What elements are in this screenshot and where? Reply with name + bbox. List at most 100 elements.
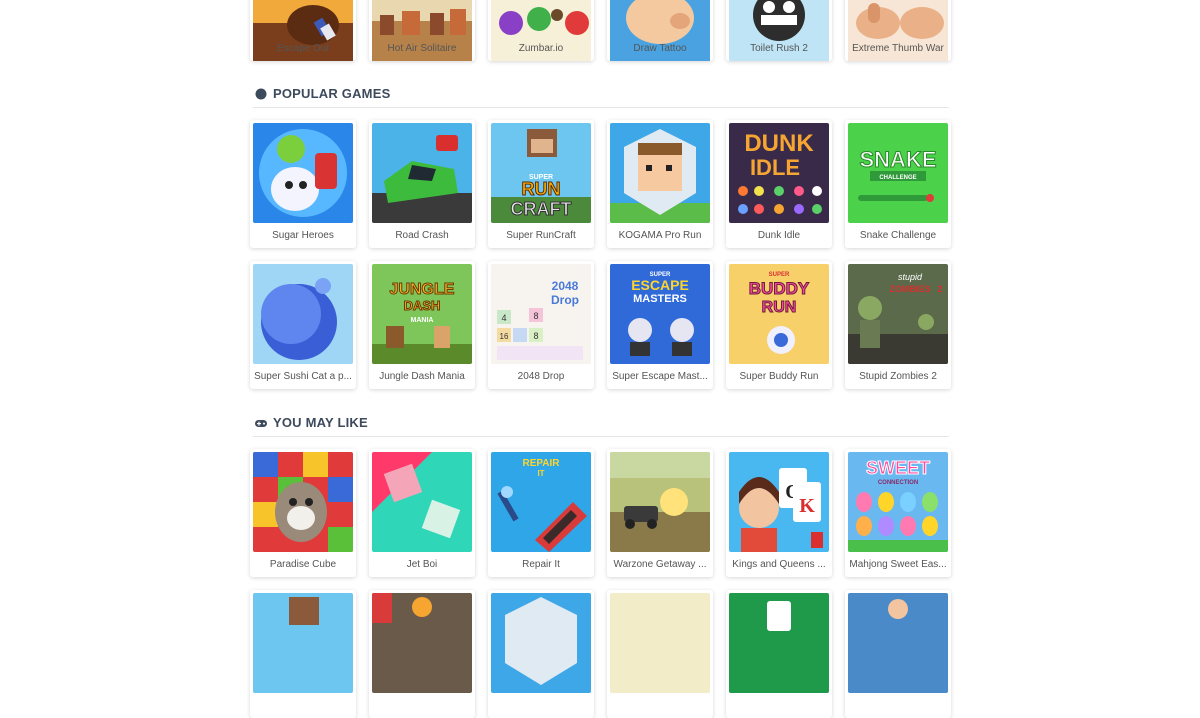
thumb-text: IT: [537, 469, 544, 478]
thumb-text: 2: [937, 284, 942, 294]
game-card-dunk-idle[interactable]: DUNK IDLE Dunk Idle: [726, 120, 832, 248]
thumb-text: RUN: [522, 179, 561, 199]
game-card-extreme-thumb-war[interactable]: Extreme Thumb War: [845, 0, 951, 61]
game-card-jungle-dash-mania[interactable]: JUNGLE DASH MANIA Jungle Dash Mania: [369, 261, 475, 389]
thumb-text: 2048: [552, 279, 579, 293]
game-card-partial[interactable]: [607, 590, 713, 718]
game-title: Road Crash: [395, 230, 449, 241]
game-thumbnail: [610, 593, 710, 693]
game-title: Jungle Dash Mania: [379, 371, 465, 382]
game-thumbnail: [610, 123, 710, 223]
game-card-toilet-rush-2[interactable]: Toilet Rush 2: [726, 0, 832, 61]
game-title: KOGAMA Pro Run: [618, 230, 702, 241]
section-title: YOU MAY LIKE: [273, 415, 368, 430]
game-thumbnail: SNAKE CHALLENGE: [848, 123, 948, 223]
game-card-escape-out[interactable]: Escape Out: [250, 0, 356, 61]
game-title: Jet Boi: [406, 559, 438, 570]
game-thumbnail: SUPER ESCAPE MASTERS: [610, 264, 710, 364]
game-thumbnail: [372, 593, 472, 693]
game-title: 2048 Drop: [517, 371, 565, 382]
game-title: Hot Air Solitaire: [387, 43, 457, 54]
thumb-text: DASH: [404, 298, 441, 313]
game-thumbnail: stupid ZOMBIES 2: [848, 264, 948, 364]
game-title: Extreme Thumb War: [852, 43, 944, 54]
thumb-text: 8: [533, 331, 538, 341]
game-title: Dunk Idle: [757, 230, 801, 241]
thumb-text: Drop: [551, 293, 579, 307]
game-card-snake-challenge[interactable]: SNAKE CHALLENGE Snake Challenge: [845, 120, 951, 248]
thumb-text: JUNGLE: [390, 281, 455, 298]
game-thumbnail: REPAIR IT: [491, 452, 591, 552]
game-thumbnail: [372, 452, 472, 552]
gamepad-icon: [255, 420, 267, 427]
thumb-text: SWEET: [866, 458, 930, 478]
circle-icon: [255, 88, 267, 100]
game-card-stupid-zombies-2[interactable]: stupid ZOMBIES 2 Stupid Zombies 2: [845, 261, 951, 389]
game-title: Warzone Getaway ...: [613, 559, 707, 570]
you-may-like-header: YOU MAY LIKE: [253, 410, 949, 437]
game-thumbnail: [491, 593, 591, 693]
game-card-super-escape-masters[interactable]: SUPER ESCAPE MASTERS Super Escape Mast..…: [607, 261, 713, 389]
game-card-partial[interactable]: [488, 590, 594, 718]
thumb-text: 16: [500, 332, 509, 341]
game-title: Super Sushi Cat a p...: [254, 371, 352, 382]
game-card-super-sushi-cat[interactable]: Super Sushi Cat a p...: [250, 261, 356, 389]
game-card-kings-and-queens[interactable]: Q K Kings and Queens ...: [726, 449, 832, 577]
game-card-hot-air-solitaire[interactable]: Hot Air Solitaire: [369, 0, 475, 61]
game-thumbnail: [848, 593, 948, 693]
game-thumbnail: SUPER RUN CRAFT: [491, 123, 591, 223]
section-title: POPULAR GAMES: [273, 86, 391, 101]
game-card-paradise-cube[interactable]: Paradise Cube: [250, 449, 356, 577]
game-title: Repair It: [522, 559, 560, 570]
game-card-partial[interactable]: [726, 590, 832, 718]
game-card-warzone-getaway[interactable]: Warzone Getaway ...: [607, 449, 713, 577]
game-card-repair-it[interactable]: REPAIR IT Repair It: [488, 449, 594, 577]
game-thumbnail: Q K: [729, 452, 829, 552]
thumb-text: CRAFT: [511, 199, 572, 219]
game-title: Toilet Rush 2: [750, 43, 808, 54]
thumb-text: 8: [533, 311, 538, 321]
game-title: Escape Out: [276, 43, 330, 54]
game-title: Kings and Queens ...: [732, 559, 826, 570]
game-thumbnail: [610, 452, 710, 552]
thumb-text: CONNECTION: [878, 480, 918, 486]
popular-games-header: POPULAR GAMES: [253, 81, 949, 108]
game-card-zumbar-io[interactable]: Zumbar.io: [488, 0, 594, 61]
game-card-mahjong-sweet-easter[interactable]: SWEET CONNECTION Mahjong Sweet Eas...: [845, 449, 951, 577]
game-card-kogama-pro-run[interactable]: KOGAMA Pro Run: [607, 120, 713, 248]
thumb-text: CHALLENGE: [879, 175, 916, 181]
game-title: Zumbar.io: [518, 43, 564, 54]
game-title: Draw Tattoo: [633, 43, 687, 54]
game-card-partial[interactable]: [250, 590, 356, 718]
game-thumbnail: JUNGLE DASH MANIA: [372, 264, 472, 364]
thumb-text: MASTERS: [633, 293, 687, 305]
game-card-partial[interactable]: [845, 590, 951, 718]
game-title: Mahjong Sweet Eas...: [849, 559, 947, 570]
game-title: Snake Challenge: [859, 230, 937, 241]
game-thumbnail: DUNK IDLE: [729, 123, 829, 223]
game-card-super-buddy-run[interactable]: SUPER BUDDY RUN Super Buddy Run: [726, 261, 832, 389]
game-card-partial[interactable]: [369, 590, 475, 718]
game-title: Super Buddy Run: [739, 371, 819, 382]
game-thumbnail: [729, 593, 829, 693]
thumb-text: DUNK: [744, 130, 814, 157]
thumb-text: REPAIR: [522, 458, 560, 469]
game-thumbnail: SWEET CONNECTION: [848, 452, 948, 552]
game-thumbnail: 2048 Drop 4 8 16 8: [491, 264, 591, 364]
game-thumbnail: [253, 123, 353, 223]
thumb-text: stupid: [898, 272, 923, 282]
thumb-text: ESCAPE: [631, 277, 689, 293]
thumb-text: MANIA: [411, 317, 434, 324]
game-title: Sugar Heroes: [272, 230, 334, 241]
game-card-road-crash[interactable]: Road Crash: [369, 120, 475, 248]
game-card-draw-tattoo[interactable]: Draw Tattoo: [607, 0, 713, 61]
game-thumbnail: SUPER BUDDY RUN: [729, 264, 829, 364]
game-title: Stupid Zombies 2: [859, 371, 937, 382]
game-card-super-runcraft[interactable]: SUPER RUN CRAFT Super RunCraft: [488, 120, 594, 248]
game-card-jet-boi[interactable]: Jet Boi: [369, 449, 475, 577]
game-title: Super Escape Mast...: [612, 371, 708, 382]
game-card-sugar-heroes[interactable]: Sugar Heroes: [250, 120, 356, 248]
game-card-2048-drop[interactable]: 2048 Drop 4 8 16 8 2048 Drop: [488, 261, 594, 389]
thumb-text: IDLE: [750, 155, 800, 180]
game-title: Paradise Cube: [269, 559, 337, 570]
